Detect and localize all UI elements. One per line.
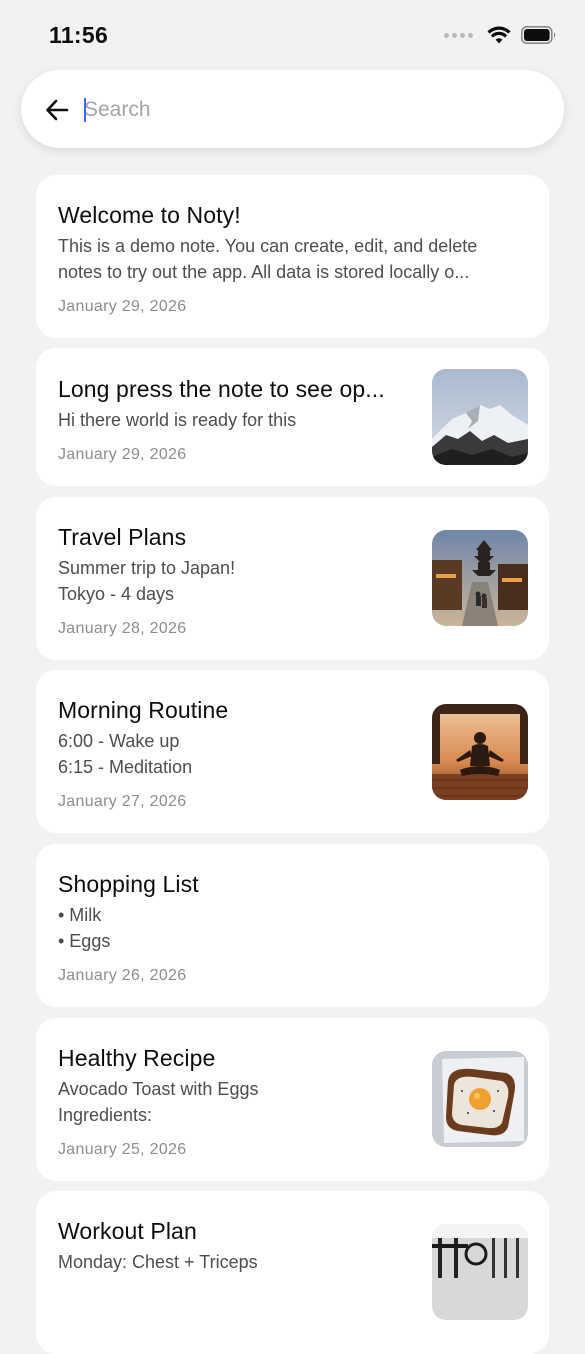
battery-icon xyxy=(521,26,557,44)
note-title: Travel Plans xyxy=(58,524,187,550)
cellular-signal-icon xyxy=(444,32,473,38)
note-date: January 29, 2026 xyxy=(58,298,187,315)
note-card[interactable]: Travel Plans Summer trip to Japan! Tokyo… xyxy=(36,497,549,660)
note-date: January 26, 2026 xyxy=(58,967,187,984)
note-date: January 27, 2026 xyxy=(58,793,187,810)
note-card[interactable]: Morning Routine 6:00 - Wake up 6:15 - Me… xyxy=(36,670,549,833)
note-preview: Monday: Chest + Triceps xyxy=(58,1252,258,1272)
note-title: Shopping List xyxy=(58,871,199,897)
status-icons xyxy=(444,26,557,44)
note-card[interactable]: Long press the note to see op... Hi ther… xyxy=(36,348,549,486)
note-preview: • Milk • Eggs xyxy=(58,905,111,951)
status-time: 11:56 xyxy=(49,22,109,48)
note-preview: 6:00 - Wake up 6:15 - Meditation xyxy=(58,731,193,777)
note-date: January 28, 2026 xyxy=(58,620,187,637)
note-date: January 29, 2026 xyxy=(58,446,187,463)
note-title: Workout Plan xyxy=(58,1218,197,1244)
note-preview: This is a demo note. You can create, edi… xyxy=(58,236,478,282)
back-arrow-icon[interactable] xyxy=(44,97,70,123)
note-card[interactable]: Welcome to Noty! This is a demo note. Yo… xyxy=(36,175,549,338)
note-title: Morning Routine xyxy=(58,697,229,723)
note-card[interactable]: Shopping List • Milk • Eggs January 26, … xyxy=(36,844,549,1007)
status-bar: 11:56 xyxy=(0,0,585,70)
note-thumbnail-gym-equipment xyxy=(432,1224,528,1320)
note-preview: Hi there world is ready for this xyxy=(58,410,297,430)
note-thumbnail-snowy-mountain xyxy=(432,369,528,465)
search-input[interactable] xyxy=(84,92,524,128)
note-card[interactable]: Healthy Recipe Avocado Toast with Eggs I… xyxy=(36,1018,549,1181)
note-title: Long press the note to see op... xyxy=(58,376,385,402)
note-thumbnail-japan-street-pagoda xyxy=(432,530,528,626)
note-title: Welcome to Noty! xyxy=(58,202,241,228)
text-cursor xyxy=(84,98,86,122)
note-thumbnail-meditation-silhouette xyxy=(432,704,528,800)
note-title: Healthy Recipe xyxy=(58,1045,216,1071)
note-preview: Summer trip to Japan! Tokyo - 4 days xyxy=(58,558,236,604)
wifi-icon xyxy=(487,26,511,44)
note-date: January 25, 2026 xyxy=(58,1141,187,1158)
note-card[interactable]: Workout Plan Monday: Chest + Triceps xyxy=(36,1191,549,1354)
note-preview: Avocado Toast with Eggs Ingredients: xyxy=(58,1079,259,1125)
note-thumbnail-egg-toast xyxy=(432,1051,528,1147)
